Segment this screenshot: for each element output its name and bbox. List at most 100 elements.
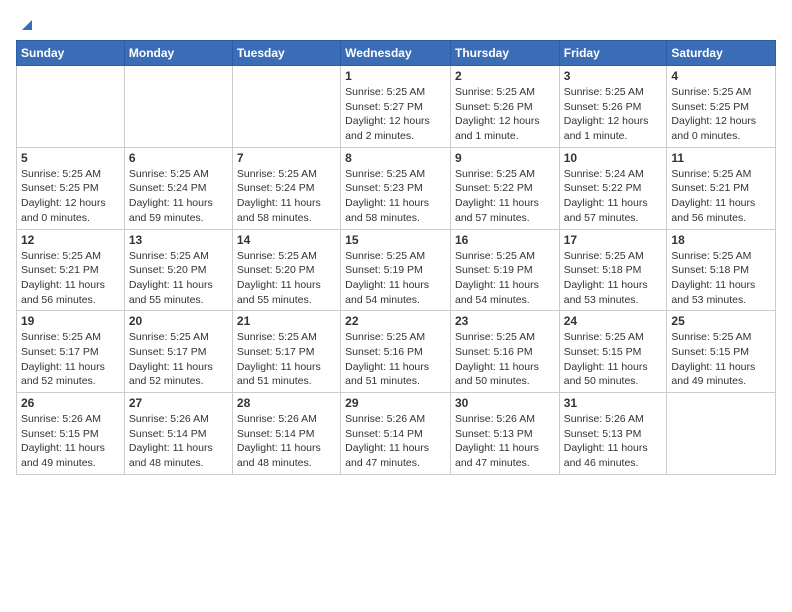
weekday-header: Sunday	[17, 41, 125, 66]
day-info: Sunrise: 5:26 AM Sunset: 5:14 PM Dayligh…	[237, 412, 336, 471]
calendar-cell: 30 Sunrise: 5:26 AM Sunset: 5:13 PM Dayli…	[450, 393, 559, 475]
day-info: Sunrise: 5:25 AM Sunset: 5:15 PM Dayligh…	[671, 330, 771, 389]
day-number: 14	[237, 233, 336, 247]
day-info: Sunrise: 5:25 AM Sunset: 5:16 PM Dayligh…	[345, 330, 446, 389]
day-info: Sunrise: 5:25 AM Sunset: 5:25 PM Dayligh…	[21, 167, 120, 226]
weekday-header: Monday	[124, 41, 232, 66]
calendar-cell: 17Sunrise: 5:25 AM Sunset: 5:18 PM Dayli…	[559, 229, 667, 311]
logo-icon	[18, 14, 36, 32]
day-info: Sunrise: 5:25 AM Sunset: 5:16 PM Dayligh…	[455, 330, 555, 389]
calendar-cell: 31 Sunrise: 5:26 AM Sunset: 5:13 PM Dayli…	[559, 393, 667, 475]
day-info: Sunrise: 5:25 AM Sunset: 5:26 PM Dayligh…	[564, 85, 663, 144]
calendar-cell	[232, 66, 340, 148]
calendar-week-row: 5 Sunrise: 5:25 AM Sunset: 5:25 PM Daylig…	[17, 147, 776, 229]
calendar-cell	[124, 66, 232, 148]
calendar-cell: 8Sunrise: 5:25 AM Sunset: 5:23 PM Daylig…	[341, 147, 451, 229]
day-number: 25	[671, 314, 771, 328]
calendar-cell: 28 Sunrise: 5:26 AM Sunset: 5:14 PM Dayli…	[232, 393, 340, 475]
day-number: 18	[671, 233, 771, 247]
calendar-cell: 23 Sunrise: 5:25 AM Sunset: 5:16 PM Dayli…	[450, 311, 559, 393]
day-info: Sunrise: 5:25 AM Sunset: 5:17 PM Dayligh…	[21, 330, 120, 389]
day-info: Sunrise: 5:25 AM Sunset: 5:15 PM Dayligh…	[564, 330, 663, 389]
day-number: 24	[564, 314, 663, 328]
day-info: Sunrise: 5:25 AM Sunset: 5:23 PM Dayligh…	[345, 167, 446, 226]
day-info: Sunrise: 5:25 AM Sunset: 5:22 PM Dayligh…	[455, 167, 555, 226]
day-info: Sunrise: 5:25 AM Sunset: 5:21 PM Dayligh…	[21, 249, 120, 308]
calendar-cell: 5 Sunrise: 5:25 AM Sunset: 5:25 PM Daylig…	[17, 147, 125, 229]
calendar-cell: 27Sunrise: 5:26 AM Sunset: 5:14 PM Dayli…	[124, 393, 232, 475]
day-info: Sunrise: 5:25 AM Sunset: 5:17 PM Dayligh…	[129, 330, 228, 389]
day-number: 10	[564, 151, 663, 165]
calendar-cell: 18 Sunrise: 5:25 AM Sunset: 5:18 PM Dayli…	[667, 229, 776, 311]
calendar-cell: 6Sunrise: 5:25 AM Sunset: 5:24 PM Daylig…	[124, 147, 232, 229]
day-number: 26	[21, 396, 120, 410]
calendar-cell: 2 Sunrise: 5:25 AM Sunset: 5:26 PM Daylig…	[450, 66, 559, 148]
calendar-cell: 9 Sunrise: 5:25 AM Sunset: 5:22 PM Daylig…	[450, 147, 559, 229]
day-number: 13	[129, 233, 228, 247]
day-number: 7	[237, 151, 336, 165]
calendar-cell: 14 Sunrise: 5:25 AM Sunset: 5:20 PM Dayli…	[232, 229, 340, 311]
calendar-week-row: 19 Sunrise: 5:25 AM Sunset: 5:17 PM Dayli…	[17, 311, 776, 393]
day-number: 23	[455, 314, 555, 328]
day-number: 20	[129, 314, 228, 328]
day-number: 21	[237, 314, 336, 328]
calendar-cell	[17, 66, 125, 148]
day-info: Sunrise: 5:26 AM Sunset: 5:15 PM Dayligh…	[21, 412, 120, 471]
day-info: Sunrise: 5:26 AM Sunset: 5:13 PM Dayligh…	[455, 412, 555, 471]
calendar-cell: 24 Sunrise: 5:25 AM Sunset: 5:15 PM Dayli…	[559, 311, 667, 393]
calendar-week-row: 26 Sunrise: 5:26 AM Sunset: 5:15 PM Dayli…	[17, 393, 776, 475]
weekday-header: Thursday	[450, 41, 559, 66]
calendar-cell	[667, 393, 776, 475]
weekday-header: Saturday	[667, 41, 776, 66]
calendar-cell: 3 Sunrise: 5:25 AM Sunset: 5:26 PM Daylig…	[559, 66, 667, 148]
day-number: 5	[21, 151, 120, 165]
day-number: 29	[345, 396, 446, 410]
calendar-cell: 1Sunrise: 5:25 AM Sunset: 5:27 PM Daylig…	[341, 66, 451, 148]
day-number: 19	[21, 314, 120, 328]
weekday-header: Friday	[559, 41, 667, 66]
calendar-cell: 26 Sunrise: 5:26 AM Sunset: 5:15 PM Dayli…	[17, 393, 125, 475]
day-info: Sunrise: 5:26 AM Sunset: 5:13 PM Dayligh…	[564, 412, 663, 471]
calendar-cell: 20 Sunrise: 5:25 AM Sunset: 5:17 PM Dayli…	[124, 311, 232, 393]
day-info: Sunrise: 5:25 AM Sunset: 5:18 PM Dayligh…	[671, 249, 771, 308]
calendar-cell: 25 Sunrise: 5:25 AM Sunset: 5:15 PM Dayli…	[667, 311, 776, 393]
day-info: Sunrise: 5:25 AM Sunset: 5:19 PM Dayligh…	[455, 249, 555, 308]
day-number: 15	[345, 233, 446, 247]
weekday-header: Tuesday	[232, 41, 340, 66]
calendar-cell: 15 Sunrise: 5:25 AM Sunset: 5:19 PM Dayli…	[341, 229, 451, 311]
day-info: Sunrise: 5:25 AM Sunset: 5:21 PM Dayligh…	[671, 167, 771, 226]
day-info: Sunrise: 5:24 AM Sunset: 5:22 PM Dayligh…	[564, 167, 663, 226]
calendar-cell: 12 Sunrise: 5:25 AM Sunset: 5:21 PM Dayli…	[17, 229, 125, 311]
day-number: 30	[455, 396, 555, 410]
weekday-header: Wednesday	[341, 41, 451, 66]
day-info: Sunrise: 5:25 AM Sunset: 5:17 PM Dayligh…	[237, 330, 336, 389]
day-info: Sunrise: 5:25 AM Sunset: 5:26 PM Dayligh…	[455, 85, 555, 144]
day-info: Sunrise: 5:25 AM Sunset: 5:25 PM Dayligh…	[671, 85, 771, 144]
calendar-cell: 13 Sunrise: 5:25 AM Sunset: 5:20 PM Dayli…	[124, 229, 232, 311]
day-number: 4	[671, 69, 771, 83]
calendar-cell: 7Sunrise: 5:25 AM Sunset: 5:24 PM Daylig…	[232, 147, 340, 229]
day-info: Sunrise: 5:25 AM Sunset: 5:19 PM Dayligh…	[345, 249, 446, 308]
day-number: 3	[564, 69, 663, 83]
day-number: 16	[455, 233, 555, 247]
day-number: 31	[564, 396, 663, 410]
calendar-cell: 19 Sunrise: 5:25 AM Sunset: 5:17 PM Dayli…	[17, 311, 125, 393]
calendar-cell: 16 Sunrise: 5:25 AM Sunset: 5:19 PM Dayli…	[450, 229, 559, 311]
day-info: Sunrise: 5:25 AM Sunset: 5:20 PM Dayligh…	[129, 249, 228, 308]
day-info: Sunrise: 5:26 AM Sunset: 5:14 PM Dayligh…	[129, 412, 228, 471]
day-number: 11	[671, 151, 771, 165]
day-info: Sunrise: 5:25 AM Sunset: 5:18 PM Dayligh…	[564, 249, 663, 308]
day-number: 28	[237, 396, 336, 410]
calendar-cell: 21 Sunrise: 5:25 AM Sunset: 5:17 PM Dayli…	[232, 311, 340, 393]
calendar-cell: 4 Sunrise: 5:25 AM Sunset: 5:25 PM Daylig…	[667, 66, 776, 148]
day-info: Sunrise: 5:26 AM Sunset: 5:14 PM Dayligh…	[345, 412, 446, 471]
day-number: 1	[345, 69, 446, 83]
day-number: 12	[21, 233, 120, 247]
day-number: 22	[345, 314, 446, 328]
calendar-header-row: SundayMondayTuesdayWednesdayThursdayFrid…	[17, 41, 776, 66]
day-number: 9	[455, 151, 555, 165]
calendar-cell: 10 Sunrise: 5:24 AM Sunset: 5:22 PM Dayli…	[559, 147, 667, 229]
day-info: Sunrise: 5:25 AM Sunset: 5:24 PM Dayligh…	[129, 167, 228, 226]
day-info: Sunrise: 5:25 AM Sunset: 5:20 PM Dayligh…	[237, 249, 336, 308]
day-number: 2	[455, 69, 555, 83]
